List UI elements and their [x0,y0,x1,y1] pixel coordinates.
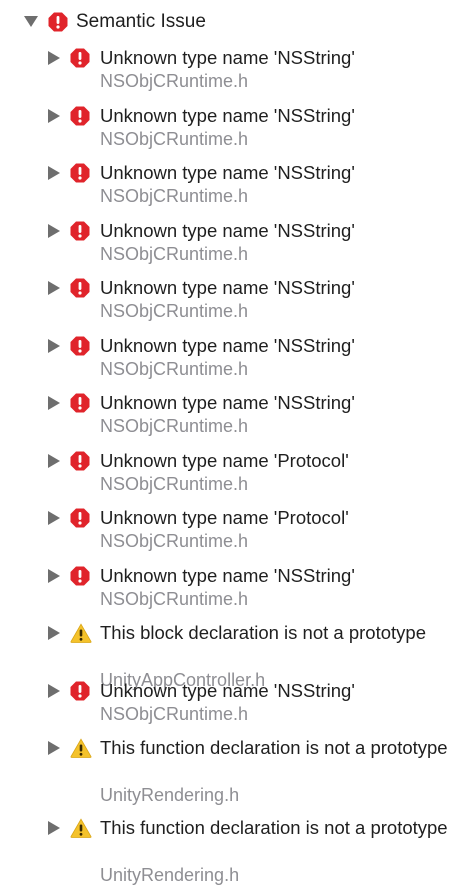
disclosure-collapsed-icon[interactable] [48,821,60,835]
issue-row[interactable]: Unknown type name 'NSString' NSObjCRuntim… [0,104,474,156]
error-icon [70,451,90,471]
issue-file-name: NSObjCRuntime.h [100,129,249,149]
issue-file-name: NSObjCRuntime.h [100,589,249,609]
error-icon [70,221,90,241]
issue-row[interactable]: This function declaration is not a proto… [0,736,474,812]
issue-message: Unknown type name 'NSString' [100,392,355,413]
issue-message: This block declaration is not a prototyp… [100,622,426,643]
disclosure-collapsed-icon[interactable] [48,454,60,468]
disclosure-collapsed-icon[interactable] [48,684,60,698]
error-icon [70,336,90,356]
issue-message: Unknown type name 'Protocol' [100,450,349,471]
issue-file-name: NSObjCRuntime.h [100,474,249,494]
error-icon [70,48,90,68]
issue-message: Unknown type name 'NSString' [100,680,355,701]
issue-message: Unknown type name 'NSString' [100,277,355,298]
error-icon [70,393,90,413]
disclosure-collapsed-icon[interactable] [48,339,60,353]
error-icon [70,508,90,528]
issue-row[interactable]: Unknown type name 'NSString' NSObjCRuntim… [0,161,474,213]
issue-message: Unknown type name 'NSString' [100,105,355,126]
warning-icon [70,738,92,758]
issue-row[interactable]: Unknown type name 'NSString' NSObjCRuntim… [0,276,474,328]
issue-row[interactable]: Unknown type name 'Protocol' NSObjCRuntim… [0,506,474,558]
issue-file-name: NSObjCRuntime.h [100,359,249,379]
issue-file-name: NSObjCRuntime.h [100,186,249,206]
disclosure-collapsed-icon[interactable] [48,281,60,295]
issue-message: Unknown type name 'NSString' [100,220,355,241]
issue-file-name: UnityRendering.h [100,865,240,885]
disclosure-expanded-icon[interactable] [24,16,38,27]
issue-file-name: UnityRendering.h [100,785,240,805]
disclosure-collapsed-icon[interactable] [48,224,60,238]
error-icon [70,566,90,586]
disclosure-collapsed-icon[interactable] [48,626,60,640]
issue-row[interactable]: Unknown type name 'NSString' NSObjCRuntim… [0,46,474,98]
issue-file-name: NSObjCRuntime.h [100,416,249,436]
error-icon [70,163,90,183]
issue-message: Unknown type name 'NSString' [100,565,355,586]
disclosure-collapsed-icon[interactable] [48,396,60,410]
error-icon [70,106,90,126]
error-icon [70,681,90,701]
disclosure-collapsed-icon[interactable] [48,166,60,180]
issue-row[interactable]: Unknown type name 'NSString' NSObjCRuntim… [0,679,474,731]
issue-message: Unknown type name 'NSString' [100,162,355,183]
issue-file-name: NSObjCRuntime.h [100,301,249,321]
disclosure-collapsed-icon[interactable] [48,511,60,525]
disclosure-collapsed-icon[interactable] [48,109,60,123]
disclosure-collapsed-icon[interactable] [48,569,60,583]
warning-icon [70,818,92,838]
warning-icon [70,623,92,643]
issue-message: Unknown type name 'NSString' [100,335,355,356]
error-icon [48,12,68,32]
issue-row[interactable]: Unknown type name 'NSString' NSObjCRuntim… [0,334,474,386]
semantic-issue-group[interactable]: Semantic Issue [0,0,474,44]
disclosure-collapsed-icon[interactable] [48,51,60,65]
issue-row[interactable]: Unknown type name 'NSString' NSObjCRuntim… [0,564,474,616]
issue-row[interactable]: Unknown type name 'Protocol' NSObjCRuntim… [0,449,474,501]
group-title: Semantic Issue [76,11,206,32]
issue-row[interactable]: Unknown type name 'NSString' NSObjCRuntim… [0,391,474,443]
error-icon [70,278,90,298]
disclosure-collapsed-icon[interactable] [48,741,60,755]
issue-message: This function declaration is not a proto… [100,817,448,838]
issue-row[interactable]: Unknown type name 'NSString' NSObjCRuntim… [0,219,474,271]
issue-file-name: NSObjCRuntime.h [100,244,249,264]
issue-message: Unknown type name 'NSString' [100,47,355,68]
issue-message: This function declaration is not a proto… [100,737,448,758]
issue-file-name: NSObjCRuntime.h [100,531,249,551]
issue-file-name: NSObjCRuntime.h [100,71,249,91]
issue-message: Unknown type name 'Protocol' [100,507,349,528]
issue-file-name: NSObjCRuntime.h [100,704,249,724]
